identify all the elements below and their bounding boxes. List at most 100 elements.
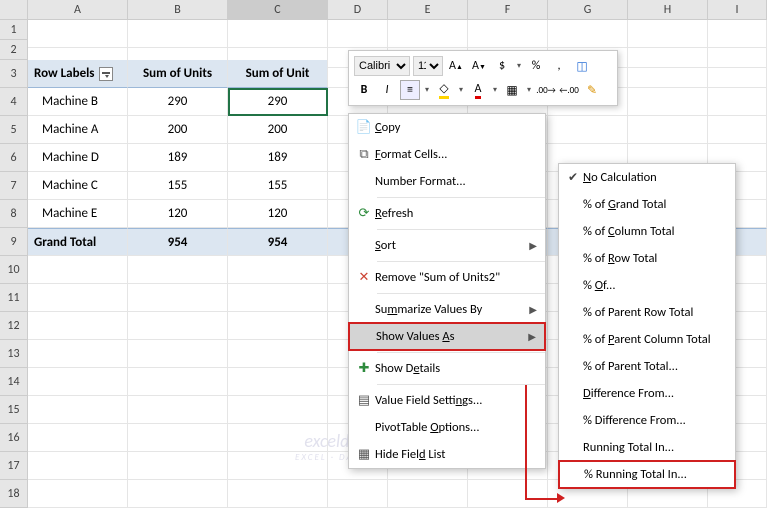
cell[interactable] [228,480,328,508]
submenu-no-calculation[interactable]: ✔No Calculation [559,164,735,191]
submenu-pct-grand-total[interactable]: % of Grand Total [559,191,735,218]
pivot-grand-total-label[interactable]: Grand Total [28,228,128,256]
pivot-grand-total-value[interactable]: 954 [228,228,328,256]
row-header[interactable]: 2 [0,40,28,60]
row-header[interactable]: 5 [0,116,28,144]
row-header[interactable]: 16 [0,424,28,452]
row-header[interactable]: 9 [0,228,28,256]
font-size-select[interactable]: 11 [413,56,443,76]
menu-format-cells[interactable]: ⧉Format Cells... [349,141,545,168]
row-header[interactable]: 13 [0,340,28,368]
cell[interactable] [228,340,328,368]
pivot-header-rowlabels[interactable]: Row Labels [28,60,128,88]
pivot-value[interactable]: 120 [228,200,328,228]
cell[interactable] [708,88,767,116]
cell[interactable] [28,396,128,424]
pivot-header-sumunits[interactable]: Sum of Units [128,60,228,88]
row-header[interactable]: 6 [0,144,28,172]
col-header-B[interactable]: B [128,0,228,20]
menu-remove-field[interactable]: ✕Remove "Sum of Units2" [349,264,545,291]
percent-icon[interactable]: % [526,56,546,76]
row-header[interactable]: 14 [0,368,28,396]
menu-value-field-settings[interactable]: ▤Value Field Settings... [349,387,545,414]
row-header[interactable]: 1 [0,20,28,40]
cell[interactable] [708,60,767,88]
cell[interactable] [228,312,328,340]
row-header[interactable]: 7 [0,172,28,200]
increase-font-icon[interactable]: A▲ [446,56,466,76]
cell[interactable] [548,116,628,144]
menu-number-format[interactable]: Number Format... [349,168,545,195]
pivot-row-label[interactable]: Machine A [28,116,128,144]
col-header-E[interactable]: E [388,0,468,20]
cell[interactable] [228,284,328,312]
menu-hide-field-list[interactable]: ▦Hide Field List [349,441,545,468]
row-header[interactable]: 12 [0,312,28,340]
italic-button[interactable]: I [377,80,397,100]
submenu-pct-row-total[interactable]: % of Row Total [559,245,735,272]
cell[interactable] [28,256,128,284]
cell[interactable] [28,312,128,340]
submenu-pct-running-total[interactable]: % Running Total In... [558,460,736,489]
cell[interactable] [128,452,228,480]
row-header[interactable]: 10 [0,256,28,284]
cell[interactable] [128,480,228,508]
pivot-row-label[interactable]: Machine C [28,172,128,200]
submenu-running-total[interactable]: Running Total In... [559,434,735,461]
pivot-value[interactable]: 200 [228,116,328,144]
cell[interactable] [28,424,128,452]
cell[interactable] [128,396,228,424]
pivot-value[interactable]: 120 [128,200,228,228]
cell[interactable] [128,312,228,340]
cell[interactable] [708,116,767,144]
row-header[interactable]: 18 [0,480,28,508]
col-header-C[interactable]: C [228,0,328,20]
menu-sort[interactable]: Sort▶ [349,232,545,259]
comma-icon[interactable]: , [549,56,569,76]
submenu-pct-parent-row[interactable]: % of Parent Row Total [559,299,735,326]
cell[interactable] [228,256,328,284]
col-header-I[interactable]: I [708,0,767,20]
menu-show-details[interactable]: ✚Show Details [349,355,545,382]
font-color-icon[interactable]: A [468,80,488,100]
cell[interactable] [128,284,228,312]
borders-icon[interactable]: ▦ [502,80,522,100]
filter-dropdown-icon[interactable] [99,67,113,81]
cell[interactable] [628,116,708,144]
format-painter-icon[interactable]: ◫ [572,56,592,76]
cell[interactable] [228,424,328,452]
pivot-row-label[interactable]: Machine D [28,144,128,172]
cell[interactable] [628,88,708,116]
increase-decimal-icon[interactable]: .00→ [536,80,556,100]
cell[interactable] [28,480,128,508]
cell[interactable] [128,424,228,452]
cell[interactable] [388,480,468,508]
cell[interactable] [128,340,228,368]
cell[interactable] [228,452,328,480]
submenu-pct-of[interactable]: % Of... [559,272,735,299]
pivot-value-selected[interactable]: 290 [228,88,328,116]
select-all-corner[interactable] [0,0,28,20]
fill-color-icon[interactable]: ◇ [434,80,454,100]
row-header[interactable]: 3 [0,60,28,88]
pivot-value[interactable]: 200 [128,116,228,144]
cell[interactable] [28,284,128,312]
font-select[interactable]: Calibri [354,56,410,76]
col-header-D[interactable]: D [328,0,388,20]
submenu-pct-parent-col[interactable]: % of Parent Column Total [559,326,735,353]
col-header-F[interactable]: F [468,0,548,20]
row-header[interactable]: 11 [0,284,28,312]
row-header[interactable]: 15 [0,396,28,424]
cell[interactable] [28,340,128,368]
col-header-G[interactable]: G [548,0,628,20]
cell[interactable] [468,480,548,508]
format-icon[interactable]: ✎ [582,80,602,100]
pivot-grand-total-value[interactable]: 954 [128,228,228,256]
menu-refresh[interactable]: ⟳Refresh [349,200,545,227]
menu-summarize-values[interactable]: Summarize Values By▶ [349,296,545,323]
menu-show-values-as[interactable]: Show Values As▶ [348,322,546,351]
pivot-header-sumunits2[interactable]: Sum of Unit [228,60,328,88]
cell[interactable] [28,452,128,480]
bold-button[interactable]: B [354,80,374,100]
menu-pivottable-options[interactable]: PivotTable Options... [349,414,545,441]
